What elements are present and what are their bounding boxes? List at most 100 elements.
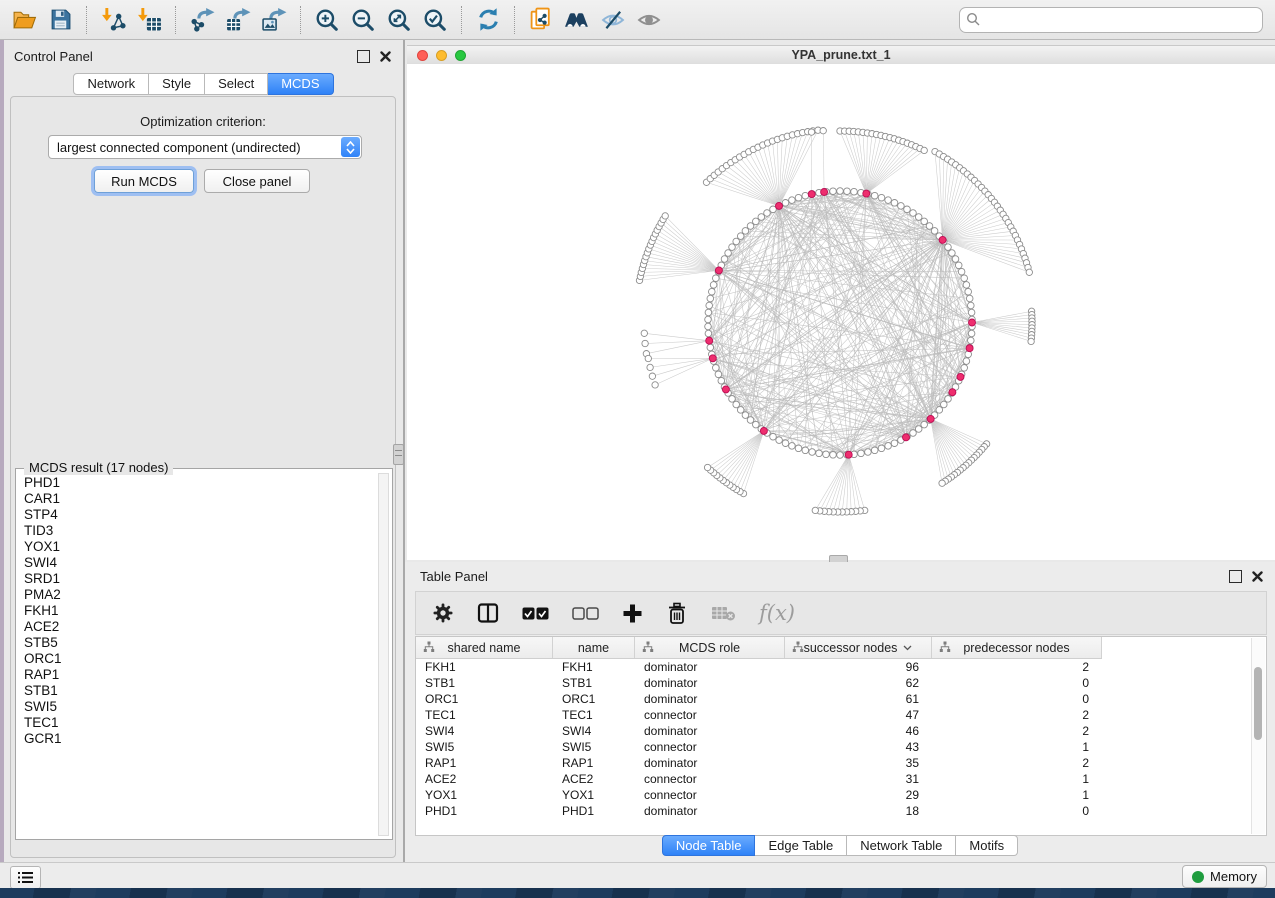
table-row[interactable]: TEC1TEC1connector472 [416,707,1266,723]
tab-style[interactable]: Style [149,73,205,95]
network-node[interactable] [721,256,728,263]
mcds-list-item[interactable]: SWI5 [17,699,369,715]
network-node[interactable] [713,275,720,282]
network-node[interactable] [830,188,837,195]
mcds-hub-node[interactable] [715,267,722,274]
network-node[interactable] [795,445,802,452]
network-node[interactable] [816,450,823,457]
network-node[interactable] [776,437,783,444]
mcds-hub-node[interactable] [821,189,828,196]
export-network-icon[interactable] [184,4,220,36]
mcds-hub-node[interactable] [939,236,946,243]
table-row[interactable]: PHD1PHD1dominator180 [416,803,1266,819]
close-panel-button[interactable]: Close panel [204,169,310,193]
mcds-hub-node[interactable] [903,434,910,441]
network-node[interactable] [747,223,754,230]
network-leaf-node[interactable] [641,330,647,336]
network-leaf-node[interactable] [820,128,826,134]
mcds-list-item[interactable]: TEC1 [17,715,369,731]
tab-select[interactable]: Select [205,73,268,95]
network-node[interactable] [963,358,970,365]
close-panel-icon[interactable] [380,51,391,62]
network-node[interactable] [707,344,714,351]
network-node[interactable] [952,256,959,263]
tab-node-table[interactable]: Node Table [662,835,756,856]
tab-motifs[interactable]: Motifs [956,835,1018,856]
network-node[interactable] [710,282,717,289]
network-node[interactable] [753,218,760,225]
mcds-hub-node[interactable] [957,373,964,380]
run-mcds-button[interactable]: Run MCDS [94,169,194,193]
network-leaf-node[interactable] [649,373,655,379]
network-node[interactable] [963,282,970,289]
network-leaf-node[interactable] [921,147,927,153]
network-node[interactable] [871,447,878,454]
network-node[interactable] [844,188,851,195]
network-node[interactable] [705,309,712,316]
network-node[interactable] [904,206,911,213]
network-node[interactable] [729,244,736,251]
import-table-file-icon[interactable] [131,4,167,36]
mcds-list-item[interactable]: CAR1 [17,491,369,507]
mcds-list-item[interactable]: STP4 [17,507,369,523]
network-from-selection-icon[interactable] [523,4,559,36]
tab-network-table[interactable]: Network Table [847,835,956,856]
status-menu-button[interactable] [10,866,41,889]
network-node[interactable] [715,371,722,378]
network-node[interactable] [713,365,720,372]
network-window-titlebar[interactable]: YPA_prune.txt_1 [407,45,1275,65]
refresh-view-icon[interactable] [470,4,506,36]
mcds-hub-node[interactable] [709,355,716,362]
network-node[interactable] [885,443,892,450]
network-node[interactable] [871,192,878,199]
network-node[interactable] [782,440,789,447]
network-node[interactable] [958,268,965,275]
select-all-icon[interactable] [522,607,549,620]
find-binoculars-icon[interactable] [559,4,595,36]
network-node[interactable] [809,449,816,456]
network-node[interactable] [718,377,725,384]
delete-trash-icon[interactable] [666,602,688,625]
column-header-predecessor-nodes[interactable]: predecessor nodes [932,637,1102,658]
table-row[interactable]: SWI4SWI4dominator462 [416,723,1266,739]
network-node[interactable] [968,337,975,344]
network-node[interactable] [823,451,830,458]
mcds-list-item[interactable]: STB1 [17,683,369,699]
network-node[interactable] [921,421,928,428]
function-builder-icon[interactable]: f(x) [759,601,795,625]
mcds-list-item[interactable]: GCR1 [17,731,369,747]
network-node[interactable] [758,214,765,221]
network-node[interactable] [729,396,736,403]
network-node[interactable] [706,302,713,309]
show-hide-eye-icon[interactable] [631,4,667,36]
network-node[interactable] [753,421,760,428]
table-row[interactable]: ORC1ORC1dominator610 [416,691,1266,707]
mcds-hub-node[interactable] [845,451,852,458]
memory-button[interactable]: Memory [1182,865,1267,888]
network-node[interactable] [910,430,917,437]
network-node[interactable] [961,365,968,372]
network-node[interactable] [733,401,740,408]
mcds-list-item[interactable]: ORC1 [17,651,369,667]
mcds-list-item[interactable]: SRD1 [17,571,369,587]
export-table-icon[interactable] [220,4,256,36]
tab-edge-table[interactable]: Edge Table [755,835,847,856]
network-leaf-node[interactable] [1028,338,1034,344]
tab-network[interactable]: Network [73,73,149,95]
network-node[interactable] [968,330,975,337]
network-node[interactable] [926,223,933,230]
mcds-list-item[interactable]: ACE2 [17,619,369,635]
search-field[interactable] [959,7,1263,33]
network-node[interactable] [931,228,938,235]
network-leaf-node[interactable] [939,480,945,486]
network-leaf-node[interactable] [652,382,658,388]
mcds-list-item[interactable]: FKH1 [17,603,369,619]
network-node[interactable] [941,401,948,408]
mcds-list-item[interactable]: YOX1 [17,539,369,555]
clear-table-icon[interactable] [711,604,736,622]
network-node[interactable] [802,447,809,454]
zoom-selected-icon[interactable] [417,4,453,36]
network-leaf-node[interactable] [645,355,651,361]
mcds-hub-node[interactable] [706,337,713,344]
network-node[interactable] [955,262,962,269]
